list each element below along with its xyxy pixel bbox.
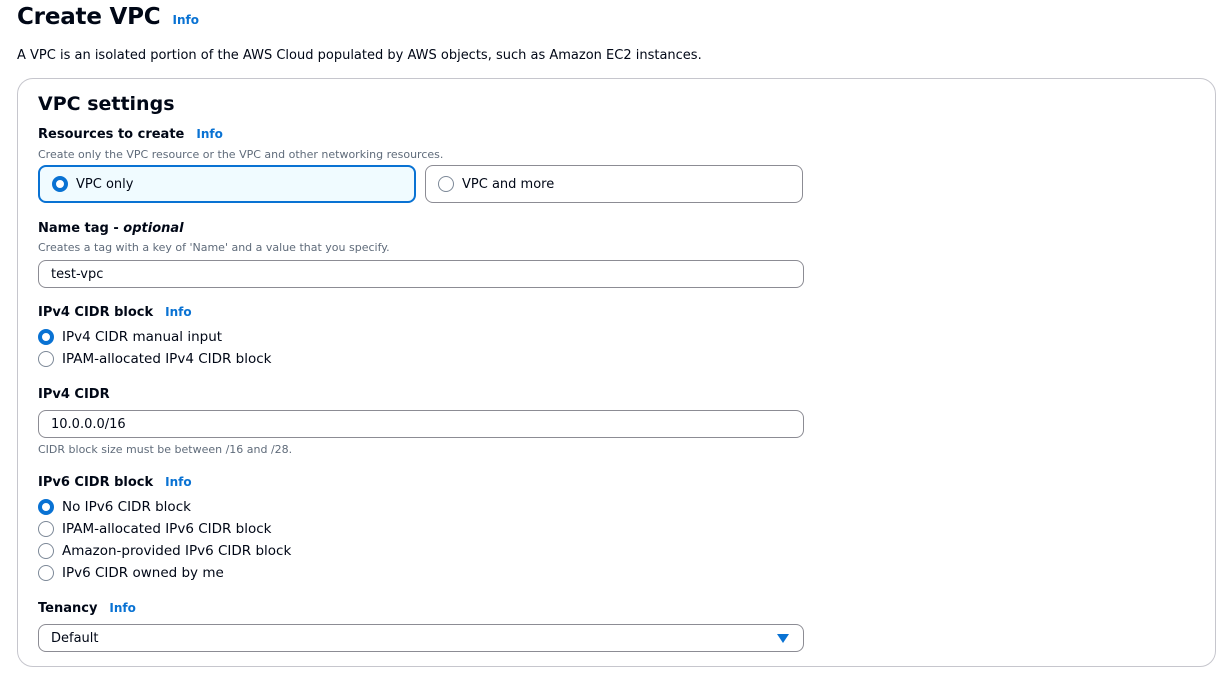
caret-down-icon bbox=[777, 634, 789, 643]
page-title: Create VPC bbox=[17, 4, 161, 30]
radio-ipv4-manual[interactable]: IPv4 CIDR manual input bbox=[38, 329, 222, 345]
radio-selected-icon bbox=[52, 176, 68, 192]
name-tag-label: Name tag - optional bbox=[38, 221, 184, 236]
ipv4-block-info-link[interactable]: Info bbox=[165, 305, 191, 319]
ipv4-cidr-label-text: IPv4 CIDR bbox=[38, 387, 110, 402]
ipv4-cidr-input[interactable]: 10.0.0.0/16 bbox=[38, 410, 804, 438]
tenancy-label: Tenancy Info bbox=[38, 601, 136, 616]
radio-ipv6-amazon[interactable]: Amazon-provided IPv6 CIDR block bbox=[38, 543, 291, 559]
radio-ipv4-ipam[interactable]: IPAM-allocated IPv4 CIDR block bbox=[38, 351, 272, 367]
resources-description: Create only the VPC resource or the VPC … bbox=[38, 148, 444, 161]
page-description: A VPC is an isolated portion of the AWS … bbox=[17, 48, 702, 63]
radio-unselected-icon bbox=[438, 176, 454, 192]
name-tag-input[interactable]: test-vpc bbox=[38, 260, 804, 288]
tenancy-select-value: Default bbox=[51, 630, 99, 646]
radio-ipv6-owned[interactable]: IPv6 CIDR owned by me bbox=[38, 565, 224, 581]
ipv6-block-label-text: IPv6 CIDR block bbox=[38, 475, 154, 490]
tile-vpc-and-more-label: VPC and more bbox=[462, 176, 555, 192]
radio-ipv6-none-label: No IPv6 CIDR block bbox=[62, 499, 191, 515]
name-tag-label-text: Name tag - bbox=[38, 221, 124, 236]
resources-label: Resources to create Info bbox=[38, 127, 223, 142]
resources-info-link[interactable]: Info bbox=[196, 127, 222, 141]
page-info-link[interactable]: Info bbox=[172, 13, 198, 27]
radio-unselected-icon bbox=[38, 543, 54, 559]
tile-vpc-only[interactable]: VPC only bbox=[38, 165, 416, 203]
tile-vpc-and-more[interactable]: VPC and more bbox=[425, 165, 803, 203]
resources-label-text: Resources to create bbox=[38, 127, 185, 142]
ipv4-cidr-hint: CIDR block size must be between /16 and … bbox=[38, 443, 293, 456]
ipv6-block-info-link[interactable]: Info bbox=[165, 475, 191, 489]
ipv4-block-label: IPv4 CIDR block Info bbox=[38, 305, 192, 320]
radio-unselected-icon bbox=[38, 351, 54, 367]
radio-ipv6-ipam[interactable]: IPAM-allocated IPv6 CIDR block bbox=[38, 521, 272, 537]
radio-selected-icon bbox=[38, 499, 54, 515]
name-tag-optional: optional bbox=[123, 221, 184, 236]
ipv6-block-label: IPv6 CIDR block Info bbox=[38, 475, 192, 490]
radio-ipv6-amazon-label: Amazon-provided IPv6 CIDR block bbox=[62, 543, 292, 559]
radio-ipv4-ipam-label: IPAM-allocated IPv4 CIDR block bbox=[62, 351, 272, 367]
radio-unselected-icon bbox=[38, 521, 54, 537]
radio-ipv6-owned-label: IPv6 CIDR owned by me bbox=[62, 565, 224, 581]
radio-selected-icon bbox=[38, 329, 54, 345]
ipv4-cidr-label: IPv4 CIDR bbox=[38, 387, 110, 402]
radio-ipv4-manual-label: IPv4 CIDR manual input bbox=[62, 329, 223, 345]
ipv4-block-label-text: IPv4 CIDR block bbox=[38, 305, 154, 320]
vpc-settings-container: VPC settings Resources to create Info Cr… bbox=[17, 78, 1216, 667]
page-title-row: Create VPC Info bbox=[17, 4, 199, 30]
tile-vpc-only-label: VPC only bbox=[76, 176, 134, 192]
radio-ipv6-none[interactable]: No IPv6 CIDR block bbox=[38, 499, 191, 515]
vpc-settings-title: VPC settings bbox=[38, 93, 175, 115]
radio-ipv6-ipam-label: IPAM-allocated IPv6 CIDR block bbox=[62, 521, 272, 537]
tenancy-info-link[interactable]: Info bbox=[109, 601, 135, 615]
tenancy-label-text: Tenancy bbox=[38, 601, 98, 616]
tenancy-select[interactable]: Default bbox=[38, 624, 804, 652]
radio-unselected-icon bbox=[38, 565, 54, 581]
name-tag-description: Creates a tag with a key of 'Name' and a… bbox=[38, 241, 390, 254]
